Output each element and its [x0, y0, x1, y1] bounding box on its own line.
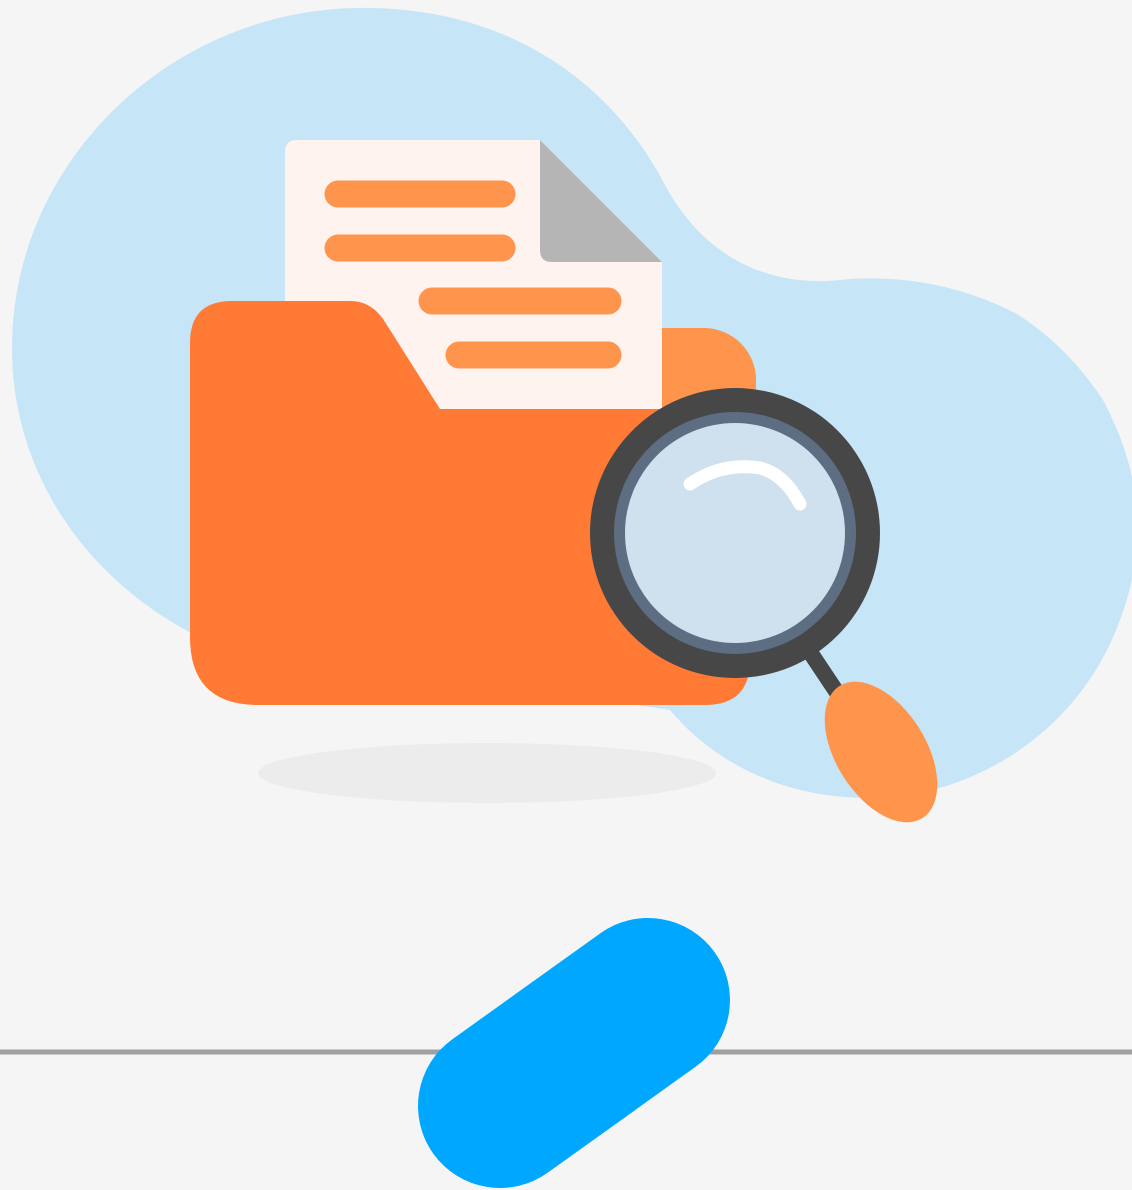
- magnifier-glass: [625, 423, 845, 643]
- folder-search-illustration: [0, 7, 1132, 1188]
- folder-shadow: [258, 743, 716, 803]
- scroll-handle-icon[interactable]: [418, 918, 730, 1188]
- empty-state-canvas: [0, 0, 1132, 1190]
